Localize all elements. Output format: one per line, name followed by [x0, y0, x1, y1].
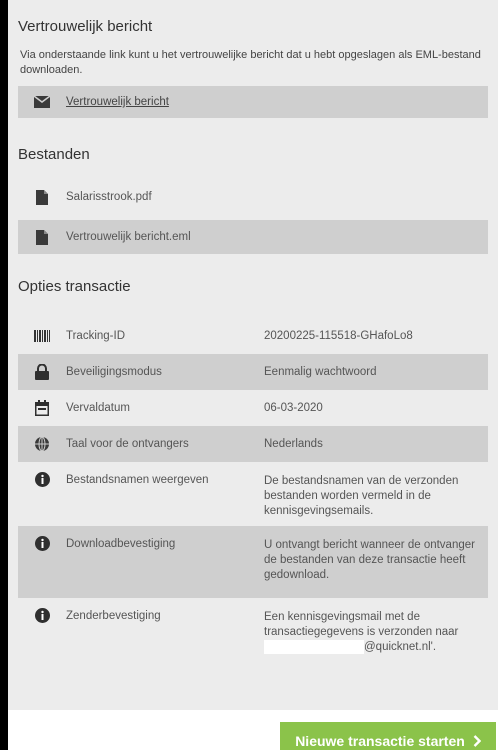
info-icon — [18, 472, 66, 487]
lock-icon — [18, 364, 66, 380]
confidential-description: Via onderstaande link kunt u het vertrou… — [20, 49, 481, 76]
option-value: Nederlands — [264, 437, 323, 450]
option-label: Bestandsnamen weergeven — [66, 474, 209, 486]
option-row-language: Taal voor de ontvangers Nederlands — [18, 426, 488, 462]
option-row-show-filenames: Bestandsnamen weergeven De bestandsnamen… — [18, 462, 488, 526]
file-row: Salarisstrook.pdf — [18, 180, 488, 214]
option-value: De bestandsnamen van de verzonden bestan… — [264, 475, 459, 517]
option-row-sender-confirmation: Zenderbevestiging Een kennisgevingsmail … — [18, 598, 488, 670]
file-icon — [18, 229, 66, 245]
option-value: Een kennisgevingsmail met de transactieg… — [264, 610, 484, 655]
file-name[interactable]: Vertrouwelijk bericht.eml — [66, 231, 191, 243]
info-icon — [18, 536, 66, 551]
option-label: Beveiligingsmodus — [66, 366, 162, 378]
redacted-email — [264, 640, 364, 654]
options-section-title: Opties transactie — [18, 278, 131, 295]
option-row-expiry-date: Vervaldatum 06-03-2020 — [18, 390, 488, 426]
option-value: 20200225-115518-GHafoLo8 — [264, 329, 413, 342]
action-bar: Nieuwe transactie starten — [8, 710, 498, 750]
file-icon — [18, 189, 66, 205]
sender-confirmation-text: Een kennisgevingsmail met de transactieg… — [264, 611, 459, 638]
option-value: Eenmalig wachtwoord — [264, 365, 377, 378]
option-row-download-confirmation: Downloadbevestiging U ontvangt bericht w… — [18, 526, 488, 598]
option-label: Tracking-ID — [66, 330, 125, 342]
file-row: Vertrouwelijk bericht.eml — [18, 220, 488, 254]
option-row-tracking-id: Tracking-ID 20200225-115518-GHafoLo8 — [18, 318, 488, 354]
files-section-title: Bestanden — [18, 146, 90, 163]
option-value: 06-03-2020 — [264, 401, 323, 414]
option-label: Zenderbevestiging — [66, 610, 161, 622]
option-label: Downloadbevestiging — [66, 538, 176, 550]
new-transaction-label: Nieuwe transactie starten — [295, 733, 465, 749]
option-value: U ontvangt bericht wanneer de ontvanger … — [264, 539, 475, 581]
option-row-security-mode: Beveiligingsmodus Eenmalig wachtwoord — [18, 354, 488, 390]
confidential-section-title: Vertrouwelijk bericht — [18, 18, 153, 35]
calendar-icon — [18, 400, 66, 416]
option-label: Vervaldatum — [66, 402, 130, 414]
file-name[interactable]: Salarisstrook.pdf — [66, 191, 152, 203]
barcode-icon — [18, 330, 66, 342]
info-icon — [18, 608, 66, 623]
option-label: Taal voor de ontvangers — [66, 438, 189, 450]
confidential-link-row: Vertrouwelijk bericht — [18, 86, 488, 118]
new-transaction-button[interactable]: Nieuwe transactie starten — [280, 722, 496, 750]
sender-email-domain: @quicknet.nl'. — [364, 641, 437, 654]
envelope-icon — [18, 96, 66, 108]
chevron-right-icon — [473, 735, 481, 747]
globe-icon — [18, 436, 66, 452]
confidential-message-link[interactable]: Vertrouwelijk bericht — [66, 96, 169, 108]
transaction-panel: Vertrouwelijk bericht Via onderstaande l… — [8, 0, 498, 710]
page-frame: Vertrouwelijk bericht Via onderstaande l… — [8, 0, 498, 750]
